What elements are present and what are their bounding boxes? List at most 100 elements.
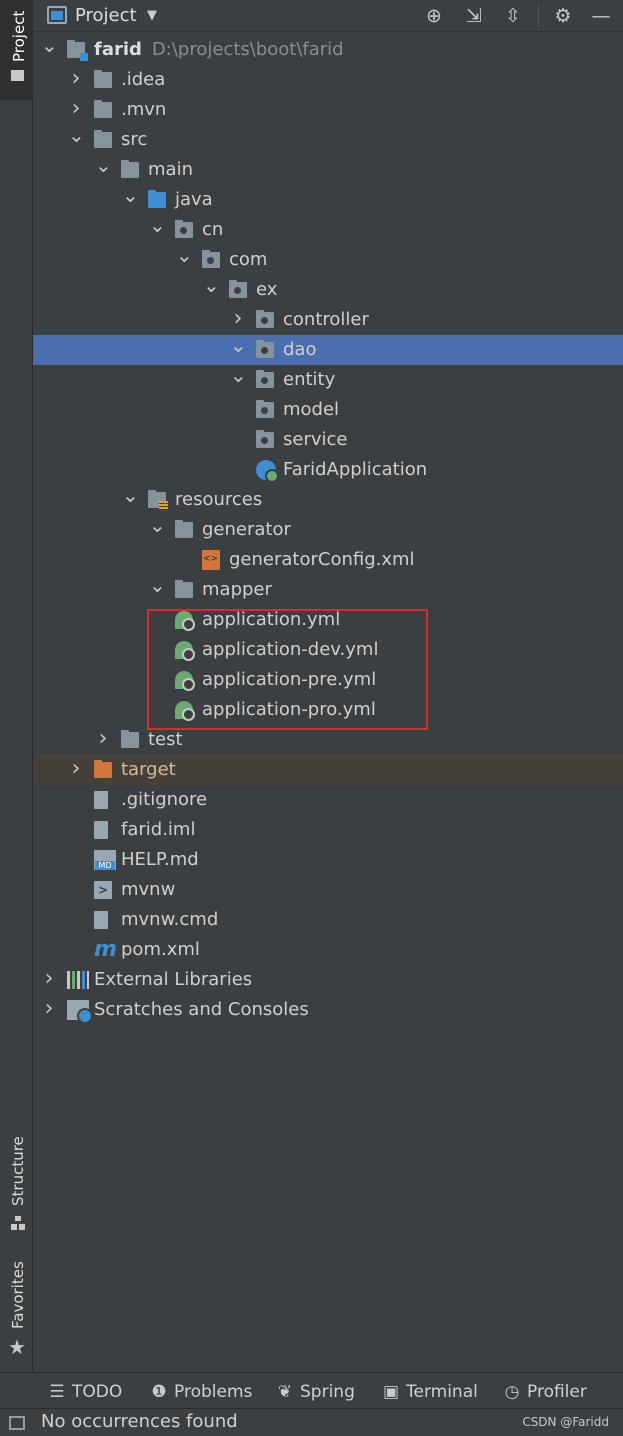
list-icon: ☰ [49, 1382, 65, 1402]
tree-row-label: dao [283, 335, 316, 365]
tree-row-faridapplication[interactable]: FaridApplication [33, 455, 623, 485]
tool-window-toggle-icon[interactable] [9, 1416, 25, 1430]
collapse-all-icon[interactable]: ⇳ [500, 3, 526, 29]
tree-item-name: cn [202, 219, 224, 240]
locate-icon[interactable]: ⊕ [421, 3, 447, 29]
tree-row-pom-xml[interactable]: m pom.xml [33, 935, 623, 965]
tree-row-test[interactable]: › test [33, 725, 623, 755]
todo-tab[interactable]: ☰ TODO [48, 1373, 122, 1409]
profiler-tab[interactable]: ◷ Profiler [503, 1373, 587, 1409]
tree-row-label: com [229, 245, 267, 275]
chevron-right-icon[interactable]: › [68, 95, 84, 125]
problems-icon: ❶ [151, 1382, 167, 1402]
tree-row-label: farid D:\projects\boot\farid [94, 35, 344, 65]
chevron-down-icon[interactable]: ⌄ [203, 275, 220, 305]
tree-row-label: controller [283, 305, 369, 335]
project-view-title[interactable]: Project [75, 5, 137, 26]
tree-row-cn[interactable]: ⌄ cn [33, 215, 623, 245]
tree-item-name: application-dev.yml [202, 639, 379, 660]
tree-row-farid-iml[interactable]: farid.iml [33, 815, 623, 845]
spring-app-class-icon [256, 460, 279, 483]
chevron-right-icon[interactable]: › [95, 725, 111, 755]
chevron-down-icon[interactable]: ⌄ [176, 245, 193, 275]
tree-row-gitignore[interactable]: .gitignore [33, 785, 623, 815]
tree-row-generatorconfig-xml[interactable]: generatorConfig.xml [33, 545, 623, 575]
tree-row-mapper[interactable]: ⌄ mapper [33, 575, 623, 605]
tree-item-name: Scratches and Consoles [94, 999, 309, 1020]
tree-item-name: model [283, 399, 340, 420]
tree-row-target[interactable]: › target [33, 755, 623, 785]
terminal-tab[interactable]: ▣ Terminal [382, 1373, 478, 1409]
project-tool-tab[interactable]: Project [0, 0, 33, 100]
tree-row-application-pro-yml[interactable]: application-pro.yml [33, 695, 623, 725]
structure-tool-tab[interactable]: Structure [0, 1130, 33, 1235]
tree-row-label: .gitignore [121, 785, 207, 815]
spring-icon: ❦ [277, 1382, 293, 1402]
tree-row-com[interactable]: ⌄ com [33, 245, 623, 275]
tree-row-src[interactable]: ⌄ src [33, 125, 623, 155]
tree-row-dao[interactable]: ⌄ dao [33, 335, 623, 365]
header-divider [538, 5, 539, 27]
tree-row-controller[interactable]: › controller [33, 305, 623, 335]
tree-row-main[interactable]: ⌄ main [33, 155, 623, 185]
tree-row-label: main [148, 155, 193, 185]
chevron-down-icon[interactable]: ⌄ [149, 515, 166, 545]
chevron-down-icon[interactable]: ⌄ [149, 215, 166, 245]
tree-item-name: .gitignore [121, 789, 208, 810]
project-tree: ⌄ farid D:\projects\boot\farid › .idea › .mvn ⌄… [33, 35, 623, 1025]
chevron-down-icon[interactable]: ⌄ [95, 155, 112, 185]
gear-icon[interactable]: ⚙ [550, 3, 576, 29]
tree-row-label: mapper [202, 575, 272, 605]
folder-icon [11, 70, 24, 81]
package-icon [256, 430, 274, 448]
problems-tab[interactable]: ❶ Problems [150, 1373, 252, 1409]
tree-row-mvnw-cmd[interactable]: mvnw.cmd [33, 905, 623, 935]
chevron-down-icon[interactable]: ▼ [147, 8, 157, 23]
chevron-right-icon[interactable]: › [230, 305, 246, 335]
folder-icon [121, 730, 139, 748]
chevron-down-icon[interactable]: ⌄ [68, 125, 85, 155]
chevron-right-icon[interactable]: › [41, 965, 57, 995]
hide-icon[interactable]: — [588, 3, 614, 29]
tree-row-entity[interactable]: ⌄ entity [33, 365, 623, 395]
tree-row-application-yml[interactable]: application.yml [33, 605, 623, 635]
problems-tab-label: Problems [174, 1382, 253, 1402]
tree-item-name: .mvn [121, 99, 167, 120]
tree-row-generator[interactable]: ⌄ generator [33, 515, 623, 545]
tree-row-service[interactable]: service [33, 425, 623, 455]
tree-row-scratches-and-consoles[interactable]: › Scratches and Consoles [33, 995, 623, 1025]
chevron-right-icon[interactable]: › [68, 65, 84, 95]
spring-tab[interactable]: ❦ Spring [276, 1373, 355, 1409]
tree-row-mvnw[interactable]: > mvnw [33, 875, 623, 905]
tree-row-idea[interactable]: › .idea [33, 65, 623, 95]
chevron-down-icon[interactable]: ⌄ [122, 485, 139, 515]
chevron-down-icon[interactable]: ⌄ [230, 365, 247, 395]
chevron-down-icon[interactable]: ⌄ [149, 575, 166, 605]
tree-row-label: farid.iml [121, 815, 195, 845]
structure-icon [11, 1216, 25, 1230]
tree-row-java[interactable]: ⌄ java [33, 185, 623, 215]
chevron-down-icon[interactable]: ⌄ [41, 35, 58, 65]
favorites-tool-tab[interactable]: Favorites ★ [0, 1255, 33, 1365]
spring-config-icon [175, 701, 195, 721]
chevron-right-icon[interactable]: › [41, 995, 57, 1025]
tree-row-application-pre-yml[interactable]: application-pre.yml [33, 665, 623, 695]
tree-row-mvn[interactable]: › .mvn [33, 95, 623, 125]
tree-row-model[interactable]: model [33, 395, 623, 425]
tree-row-farid[interactable]: ⌄ farid D:\projects\boot\farid [33, 35, 623, 65]
chevron-down-icon[interactable]: ⌄ [122, 185, 139, 215]
expand-all-icon[interactable]: ⇲ [461, 3, 487, 29]
tree-row-help-md[interactable]: HELP.md [33, 845, 623, 875]
tree-row-application-dev-yml[interactable]: application-dev.yml [33, 635, 623, 665]
tree-row-external-libraries[interactable]: › External Libraries [33, 965, 623, 995]
tree-row-resources[interactable]: ⌄ resources [33, 485, 623, 515]
chevron-right-icon[interactable]: › [68, 755, 84, 785]
tree-row-label: mvnw [121, 875, 175, 905]
tree-item-name: src [121, 129, 148, 150]
package-icon [256, 340, 274, 358]
tree-row-label: .idea [121, 65, 165, 95]
chevron-down-icon[interactable]: ⌄ [230, 335, 247, 365]
tree-row-ex[interactable]: ⌄ ex [33, 275, 623, 305]
package-icon [256, 400, 274, 418]
tree-row-label: ex [256, 275, 277, 305]
